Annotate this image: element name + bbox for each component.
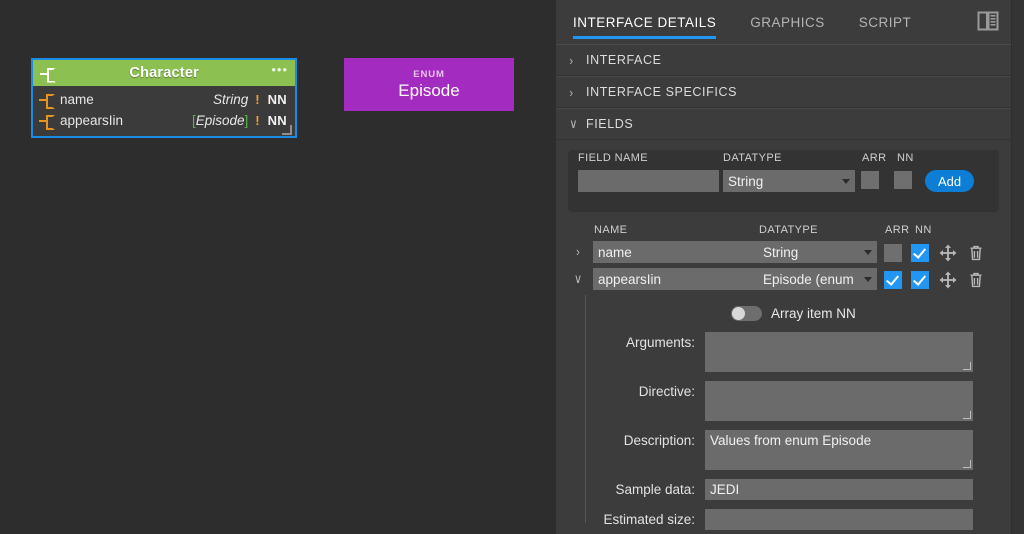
directive-textarea[interactable] xyxy=(705,381,973,421)
directive-row: Directive: xyxy=(568,381,999,421)
node-field-type-text: Episode xyxy=(195,113,245,128)
tab-script[interactable]: SCRIPT xyxy=(859,3,912,41)
fields-table-header: NAME DATATYPE ARR NN xyxy=(568,224,999,241)
move-icon[interactable] xyxy=(939,271,957,289)
move-icon[interactable] xyxy=(939,244,957,262)
section-interface-label: INTERFACE xyxy=(586,53,662,67)
chevron-down-icon xyxy=(864,250,872,255)
row-expand-chevron-icon[interactable]: › xyxy=(572,244,584,259)
graph-canvas[interactable]: Character ••• name String ! NN appearsIi… xyxy=(0,0,556,534)
add-field-box: FIELD NAME DATATYPE ARR NN String Add xyxy=(568,150,999,212)
add-field-name-header: FIELD NAME xyxy=(578,152,649,164)
estimated-size-row: Estimated size: xyxy=(568,509,999,530)
node-field-row[interactable]: appearsIin [Episode] ! NN xyxy=(33,110,295,131)
node-field-row[interactable]: name String ! NN xyxy=(33,89,295,110)
add-field-name-input[interactable] xyxy=(578,170,719,192)
tab-graphics[interactable]: GRAPHICS xyxy=(750,3,825,41)
row-datatype-select[interactable]: Episode (enum xyxy=(758,268,877,290)
section-interface-specifics-label: INTERFACE SPECIFICS xyxy=(586,85,738,99)
chevron-down-icon xyxy=(864,277,872,282)
node-field-required-icon: ! xyxy=(255,92,260,107)
panel-edge-gutter[interactable] xyxy=(1011,0,1024,534)
row-datatype-select[interactable]: String xyxy=(758,241,877,263)
chevron-right-icon: › xyxy=(569,52,574,68)
col-arr-header: ARR xyxy=(885,224,910,236)
estimated-size-label: Estimated size: xyxy=(603,512,695,527)
tab-interface-details[interactable]: INTERFACE DETAILS xyxy=(573,3,717,41)
node-enum-name: Episode xyxy=(398,80,460,100)
row-nn-checkbox[interactable] xyxy=(911,244,929,262)
array-bracket-close: ] xyxy=(244,113,249,128)
add-nn-checkbox[interactable] xyxy=(894,171,912,189)
estimated-size-input xyxy=(705,509,973,530)
add-arr-header: ARR xyxy=(862,152,887,164)
col-name-header: NAME xyxy=(594,224,628,236)
detail-guide-line xyxy=(585,295,586,523)
col-nn-header: NN xyxy=(915,224,932,236)
section-interface-specifics[interactable]: › INTERFACE SPECIFICS xyxy=(556,76,1011,108)
section-interface[interactable]: › INTERFACE xyxy=(556,44,1011,76)
section-fields[interactable]: ∨ FIELDS xyxy=(556,108,1011,140)
node-field-type: [Episode] xyxy=(192,113,248,128)
node-character-fields: name String ! NN appearsIin [Episode] ! … xyxy=(33,86,295,136)
arguments-row: Arguments: xyxy=(568,332,999,372)
sample-data-label: Sample data: xyxy=(615,482,695,497)
row-nn-checkbox[interactable] xyxy=(911,271,929,289)
node-resize-handle[interactable] xyxy=(282,125,292,135)
row-collapse-chevron-icon[interactable]: ∨ xyxy=(572,271,584,287)
row-name-input[interactable] xyxy=(593,241,759,263)
arguments-textarea[interactable] xyxy=(705,332,973,372)
row-name-input[interactable] xyxy=(593,268,759,290)
array-item-nn-label: Array item NN xyxy=(771,305,856,321)
row-arr-checkbox[interactable] xyxy=(884,271,902,289)
node-enum-episode[interactable]: ENUM Episode xyxy=(344,58,514,111)
array-item-nn-toggle[interactable] xyxy=(731,305,762,321)
node-enum-kind-label: ENUM xyxy=(413,68,445,80)
table-row[interactable]: ∨ Episode (enum xyxy=(568,268,999,292)
add-datatype-select[interactable]: String xyxy=(723,170,855,192)
panel-tabbar: INTERFACE DETAILS GRAPHICS SCRIPT xyxy=(556,0,1011,44)
row-datatype-value: String xyxy=(763,244,799,260)
directive-label: Directive: xyxy=(638,384,695,399)
sample-data-row: Sample data: JEDI xyxy=(568,479,999,500)
node-field-required-icon: ! xyxy=(255,113,260,128)
table-row[interactable]: › String xyxy=(568,241,999,265)
node-character-header[interactable]: Character ••• xyxy=(33,60,295,86)
split-pane-icon[interactable] xyxy=(977,11,999,31)
chevron-down-icon xyxy=(842,179,850,184)
add-nn-header: NN xyxy=(897,152,914,164)
trash-icon[interactable] xyxy=(967,271,985,289)
add-arr-checkbox[interactable] xyxy=(861,171,879,189)
description-textarea[interactable]: Values from enum Episode xyxy=(705,430,973,470)
trash-icon[interactable] xyxy=(967,244,985,262)
add-datatype-value: String xyxy=(728,173,764,189)
node-field-name: appearsIin xyxy=(60,113,124,128)
node-field-name: name xyxy=(60,92,94,107)
description-row: Description: Values from enum Episode xyxy=(568,430,999,470)
add-field-button[interactable]: Add xyxy=(925,170,975,192)
row-datatype-value: Episode (enum xyxy=(763,271,854,287)
field-port-icon[interactable] xyxy=(39,93,54,106)
description-label: Description: xyxy=(623,433,695,448)
row-arr-checkbox[interactable] xyxy=(884,244,902,262)
field-port-icon[interactable] xyxy=(39,114,54,127)
node-character[interactable]: Character ••• name String ! NN appearsIi… xyxy=(31,58,297,138)
col-datatype-header: DATATYPE xyxy=(759,224,818,236)
section-fields-label: FIELDS xyxy=(586,117,634,131)
fields-table: NAME DATATYPE ARR NN › String xyxy=(568,224,999,530)
add-datatype-header: DATATYPE xyxy=(723,152,782,164)
chevron-down-icon: ∨ xyxy=(569,116,578,131)
node-field-type: String xyxy=(212,92,249,107)
field-detail-panel: Array item NN Arguments: Directive: Desc… xyxy=(568,295,999,530)
details-panel: INTERFACE DETAILS GRAPHICS SCRIPT › INTE… xyxy=(556,0,1011,534)
node-menu-icon[interactable]: ••• xyxy=(271,63,288,79)
sample-data-input[interactable]: JEDI xyxy=(705,479,973,500)
arguments-label: Arguments: xyxy=(625,335,695,350)
node-field-nn-label: NN xyxy=(267,92,287,107)
array-item-nn-row: Array item NN xyxy=(731,303,999,323)
node-character-title: Character xyxy=(129,65,199,81)
chevron-right-icon: › xyxy=(569,84,574,100)
interface-port-icon xyxy=(40,67,55,80)
